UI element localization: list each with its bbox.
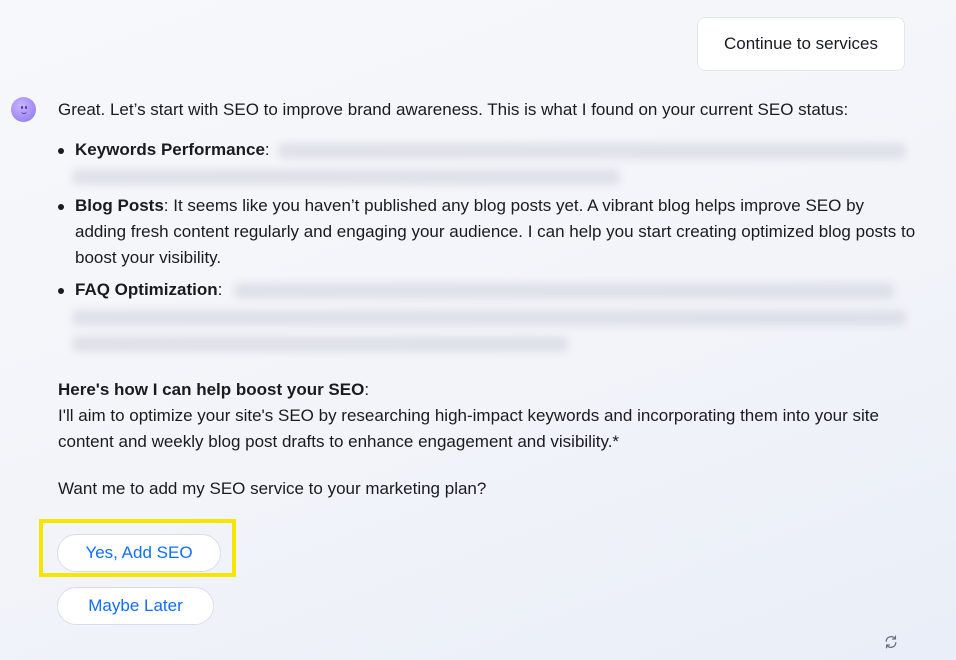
redacted-text <box>234 283 894 299</box>
continue-to-services-button[interactable]: Continue to services <box>697 17 905 71</box>
redacted-text <box>72 169 620 185</box>
assistant-avatar-icon <box>11 97 36 122</box>
help-heading: Here's how I can help boost your SEO: <box>58 380 370 399</box>
finding-text: It seems like you haven’t published any … <box>75 196 916 267</box>
finding-label: FAQ Optimization <box>75 280 218 299</box>
add-service-question: Want me to add my SEO service to your ma… <box>58 479 487 498</box>
seo-findings-list: Keywords Performance: Blog Posts: It see… <box>58 137 918 303</box>
refresh-icon[interactable] <box>883 634 899 650</box>
assistant-message: Great. Let’s start with SEO to improve b… <box>58 97 918 498</box>
redacted-text <box>72 310 906 326</box>
maybe-later-button[interactable]: Maybe Later <box>57 587 214 625</box>
message-intro: Great. Let’s start with SEO to improve b… <box>58 100 849 119</box>
redacted-text <box>278 143 906 159</box>
redacted-text <box>72 336 568 352</box>
finding-label: Keywords Performance <box>75 140 265 159</box>
finding-label: Blog Posts <box>75 196 164 215</box>
yes-add-seo-button[interactable]: Yes, Add SEO <box>57 534 221 572</box>
help-body: I'll aim to optimize your site's SEO by … <box>58 406 879 451</box>
finding-blog-posts: Blog Posts: It seems like you haven’t pu… <box>58 193 918 271</box>
